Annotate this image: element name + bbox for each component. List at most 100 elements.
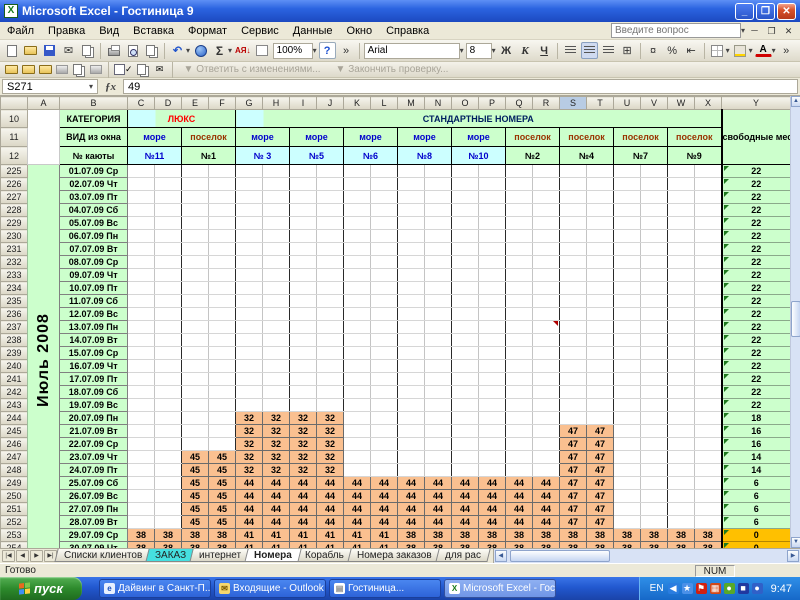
room-number-cell-№8[interactable]: №8 bbox=[398, 147, 452, 165]
grid-cell[interactable] bbox=[479, 425, 506, 438]
grid-cell[interactable] bbox=[344, 386, 371, 399]
grid-cell[interactable] bbox=[371, 438, 398, 451]
grid-cell[interactable] bbox=[182, 373, 209, 386]
grid-cell[interactable] bbox=[452, 347, 479, 360]
grid-cell[interactable] bbox=[209, 256, 236, 269]
booking-cell[interactable]: 32 bbox=[317, 464, 344, 477]
zoom-select[interactable]: 100% bbox=[273, 43, 313, 59]
grid-cell[interactable] bbox=[128, 477, 155, 490]
column-header-H[interactable]: H bbox=[263, 97, 290, 110]
booking-cell[interactable]: 32 bbox=[263, 425, 290, 438]
booking-cell[interactable]: 44 bbox=[533, 477, 560, 490]
date-cell-247[interactable]: 23.07.09 Чт bbox=[60, 451, 128, 464]
grid-cell[interactable] bbox=[425, 399, 452, 412]
grid-cell[interactable] bbox=[425, 295, 452, 308]
grid-cell[interactable] bbox=[614, 269, 641, 282]
grid-cell[interactable] bbox=[695, 490, 722, 503]
grid-cell[interactable] bbox=[641, 308, 668, 321]
grid-cell[interactable] bbox=[668, 191, 695, 204]
grid-cell[interactable] bbox=[506, 295, 533, 308]
grid-cell[interactable] bbox=[236, 178, 263, 191]
grid-cell[interactable] bbox=[668, 269, 695, 282]
menu-item-Файл[interactable]: Файл bbox=[0, 23, 41, 39]
booking-cell[interactable]: 38 bbox=[182, 529, 209, 542]
room-number-cell-№2[interactable]: №2 bbox=[506, 147, 560, 165]
grid-cell[interactable] bbox=[209, 399, 236, 412]
grid-cell[interactable] bbox=[290, 269, 317, 282]
grid-cell[interactable] bbox=[398, 204, 425, 217]
grid-cell[interactable] bbox=[263, 360, 290, 373]
grid-cell[interactable] bbox=[641, 373, 668, 386]
grid-cell[interactable] bbox=[641, 256, 668, 269]
booking-cell[interactable]: 44 bbox=[317, 490, 344, 503]
fx-icon[interactable]: ƒx bbox=[101, 81, 120, 93]
grid-cell[interactable] bbox=[182, 399, 209, 412]
align-left-icon[interactable] bbox=[562, 42, 579, 59]
booking-cell[interactable]: 41 bbox=[371, 529, 398, 542]
booking-cell[interactable]: 32 bbox=[236, 412, 263, 425]
grid-cell[interactable] bbox=[695, 334, 722, 347]
booking-cell[interactable]: 38 bbox=[587, 529, 614, 542]
grid-cell[interactable] bbox=[398, 334, 425, 347]
grid-cell[interactable] bbox=[668, 295, 695, 308]
grid-cell[interactable] bbox=[182, 256, 209, 269]
underline-icon[interactable]: Ч bbox=[536, 42, 553, 59]
grid-cell[interactable] bbox=[533, 451, 560, 464]
grid-cell[interactable] bbox=[614, 165, 641, 178]
grid-cell[interactable] bbox=[236, 165, 263, 178]
grid-cell[interactable] bbox=[560, 334, 587, 347]
grid-cell[interactable] bbox=[371, 360, 398, 373]
grid-cell[interactable] bbox=[695, 516, 722, 529]
booking-cell[interactable]: 38 bbox=[155, 529, 182, 542]
grid-cell[interactable] bbox=[182, 321, 209, 334]
free-places-cell[interactable]: 22 bbox=[722, 217, 791, 230]
grid-cell[interactable] bbox=[182, 360, 209, 373]
grid-cell[interactable] bbox=[344, 438, 371, 451]
grid-cell[interactable] bbox=[452, 451, 479, 464]
booking-cell[interactable]: 41 bbox=[236, 529, 263, 542]
row-header-248[interactable]: 248 bbox=[1, 464, 28, 477]
grid-cell[interactable] bbox=[425, 269, 452, 282]
grid-cell[interactable] bbox=[182, 191, 209, 204]
grid-cell[interactable] bbox=[425, 243, 452, 256]
grid-cell[interactable] bbox=[668, 477, 695, 490]
grid-cell[interactable] bbox=[263, 243, 290, 256]
grid-cell[interactable] bbox=[128, 243, 155, 256]
grid-cell[interactable] bbox=[533, 425, 560, 438]
grid-cell[interactable] bbox=[209, 334, 236, 347]
grid-cell[interactable] bbox=[587, 230, 614, 243]
grid-cell[interactable] bbox=[128, 347, 155, 360]
free-places-cell[interactable]: 22 bbox=[722, 178, 791, 191]
grid-cell[interactable] bbox=[128, 516, 155, 529]
grid-cell[interactable] bbox=[479, 295, 506, 308]
grid-cell[interactable] bbox=[182, 425, 209, 438]
column-header-F[interactable]: F bbox=[209, 97, 236, 110]
booking-cell[interactable]: 44 bbox=[371, 490, 398, 503]
grid-cell[interactable] bbox=[533, 308, 560, 321]
grid-cell[interactable] bbox=[263, 269, 290, 282]
grid-cell[interactable] bbox=[641, 516, 668, 529]
grid-cell[interactable] bbox=[344, 256, 371, 269]
grid-cell[interactable] bbox=[371, 308, 398, 321]
booking-cell[interactable]: 47 bbox=[587, 451, 614, 464]
grid-cell[interactable] bbox=[317, 373, 344, 386]
grid-cell[interactable] bbox=[425, 165, 452, 178]
grid-cell[interactable] bbox=[506, 399, 533, 412]
grid-cell[interactable] bbox=[371, 282, 398, 295]
grid-cell[interactable] bbox=[290, 321, 317, 334]
date-cell-241[interactable]: 17.07.09 Пт bbox=[60, 373, 128, 386]
grid-cell[interactable] bbox=[641, 282, 668, 295]
grid-cell[interactable] bbox=[533, 269, 560, 282]
grid-cell[interactable] bbox=[641, 438, 668, 451]
grid-cell[interactable] bbox=[668, 451, 695, 464]
booking-cell[interactable]: 38 bbox=[479, 529, 506, 542]
row-header-226[interactable]: 226 bbox=[1, 178, 28, 191]
grid-cell[interactable] bbox=[371, 399, 398, 412]
grid-cell[interactable] bbox=[236, 217, 263, 230]
grid-cell[interactable] bbox=[533, 191, 560, 204]
grid-cell[interactable] bbox=[128, 295, 155, 308]
grid-cell[interactable] bbox=[614, 425, 641, 438]
grid-cell[interactable] bbox=[128, 269, 155, 282]
grid-cell[interactable] bbox=[317, 204, 344, 217]
paste-cells-icon[interactable] bbox=[136, 63, 150, 76]
